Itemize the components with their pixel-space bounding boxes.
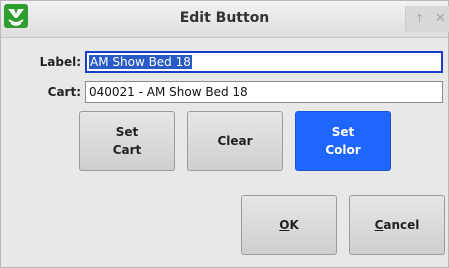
cancel-button[interactable]: Cancel	[349, 195, 445, 255]
title-bar[interactable]: Edit Button ↑ ✕	[1, 1, 449, 38]
edit-button-dialog: Edit Button ↑ ✕ Label: AM Show Bed 18 Ca…	[0, 0, 449, 268]
clear-button[interactable]: Clear	[187, 111, 283, 171]
pin-icon[interactable]: ↑	[415, 12, 424, 26]
ok-mnemonic: O	[279, 218, 290, 232]
label-caption: Label:	[39, 55, 81, 69]
cart-field[interactable]: 040021 - AM Show Bed 18	[85, 81, 443, 103]
ok-label-rest: K	[289, 218, 299, 232]
ok-button[interactable]: OK	[241, 195, 337, 255]
label-input-selected-text: AM Show Bed 18	[89, 55, 192, 69]
set-color-button[interactable]: Set Color	[295, 111, 391, 171]
cancel-mnemonic: C	[374, 218, 384, 232]
cart-caption: Cart:	[47, 85, 81, 99]
set-cart-button[interactable]: Set Cart	[79, 111, 175, 171]
dialog-title: Edit Button	[179, 10, 270, 26]
cancel-label-rest: ancel	[383, 218, 420, 232]
close-icon[interactable]: ✕	[435, 12, 446, 26]
label-input[interactable]: AM Show Bed 18	[85, 51, 443, 73]
